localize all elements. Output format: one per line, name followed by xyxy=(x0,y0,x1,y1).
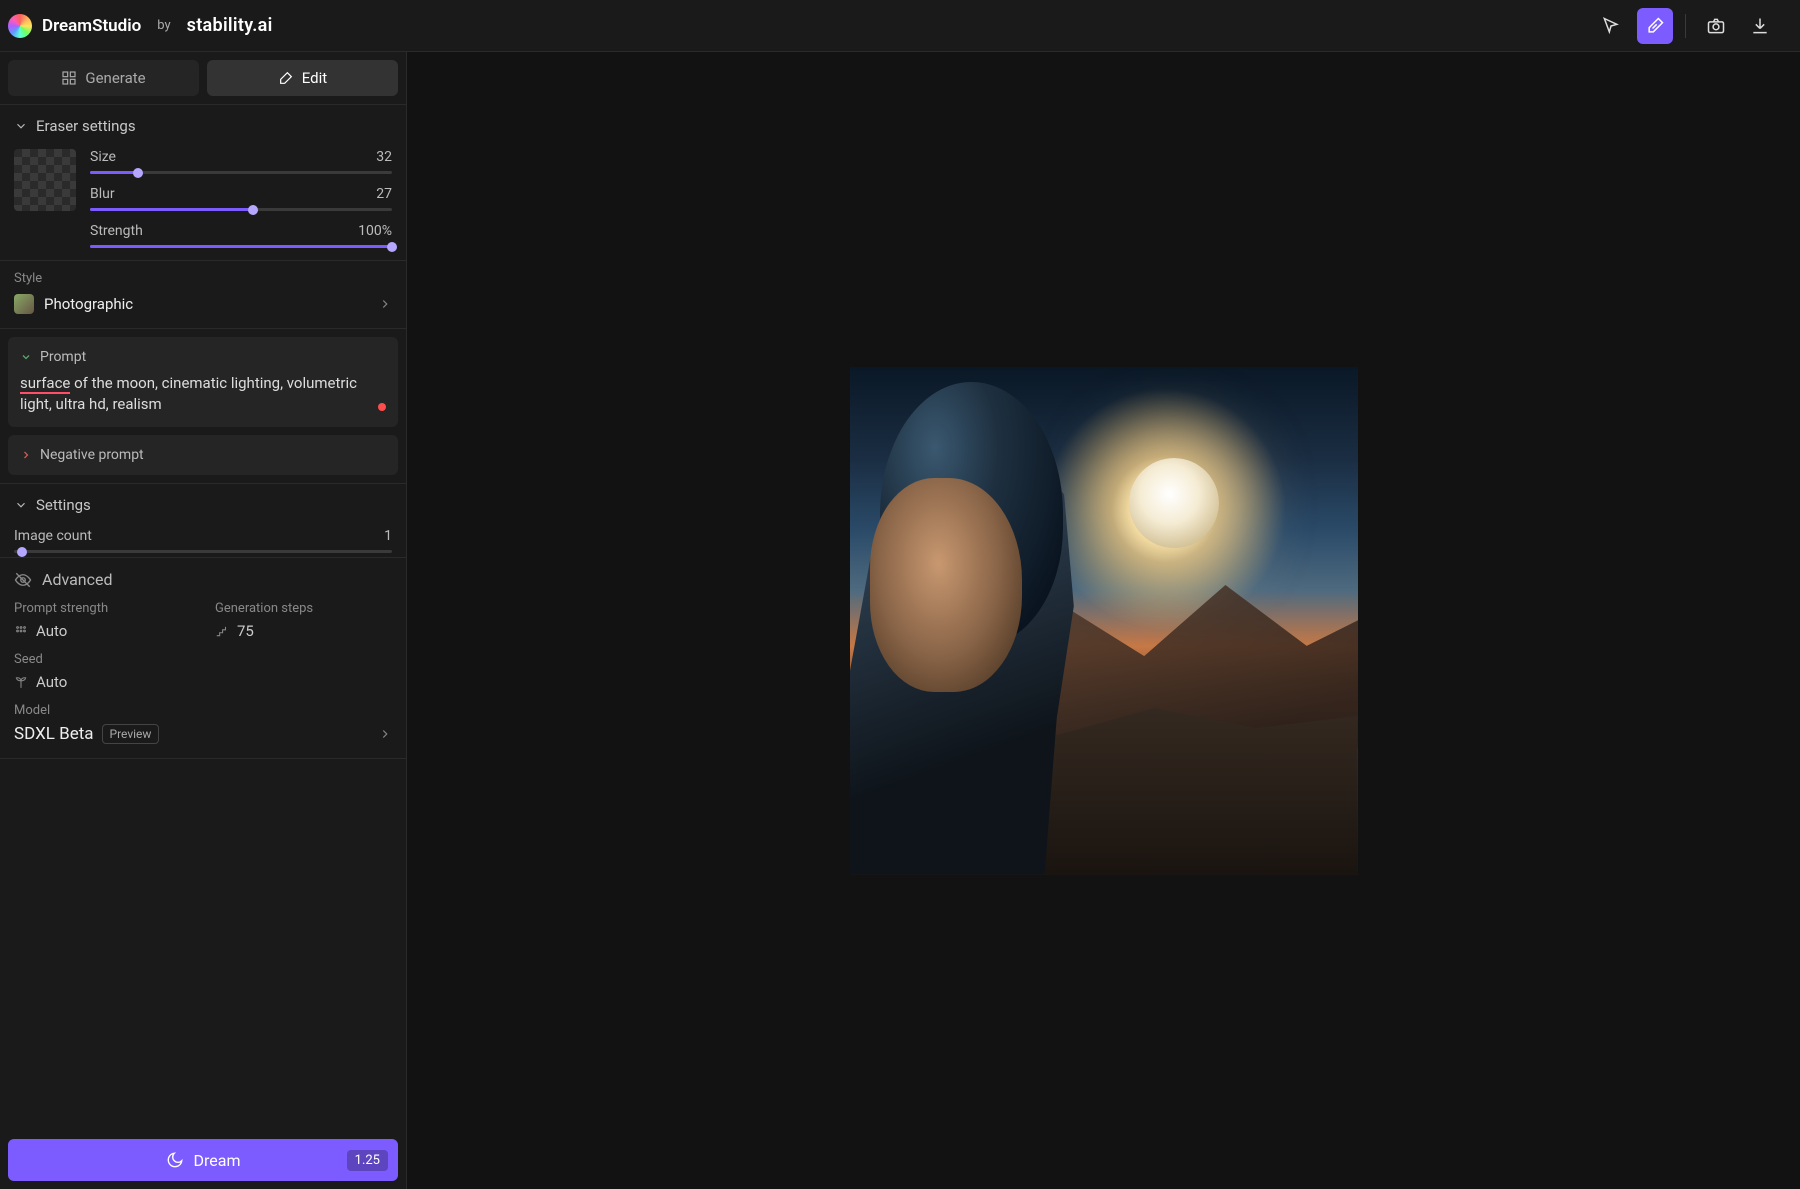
prompt-indicator-dot xyxy=(378,403,386,411)
brand-name: DreamStudio xyxy=(42,16,141,36)
tool-divider xyxy=(1685,14,1686,38)
style-name: Photographic xyxy=(44,295,368,313)
eye-off-icon xyxy=(14,571,32,589)
blur-slider[interactable] xyxy=(90,208,392,211)
blur-value: 27 xyxy=(376,186,392,202)
sprout-icon xyxy=(14,675,28,689)
gen-steps-label: Generation steps xyxy=(215,601,392,616)
strength-slider[interactable] xyxy=(90,245,392,248)
tab-edit[interactable]: Edit xyxy=(207,60,398,96)
tab-edit-label: Edit xyxy=(302,69,327,87)
dream-cost: 1.25 xyxy=(347,1150,388,1171)
model-section: Model SDXL Beta Preview xyxy=(0,703,406,759)
chevron-right-icon xyxy=(378,727,392,741)
blur-label: Blur xyxy=(90,186,115,202)
edit-icon xyxy=(278,70,294,86)
grid-icon xyxy=(61,70,77,86)
canvas-area[interactable] xyxy=(407,52,1800,1189)
chevron-right-icon xyxy=(378,297,392,311)
brush-preview xyxy=(14,149,76,211)
steps-icon xyxy=(215,624,229,638)
moon-icon xyxy=(166,1151,184,1169)
gen-steps-value: 75 xyxy=(237,622,254,640)
by-label: by xyxy=(157,18,170,33)
eraser-tool-button[interactable] xyxy=(1637,8,1673,44)
model-name: SDXL Beta xyxy=(14,724,94,744)
chevron-down-icon xyxy=(14,119,28,133)
style-thumbnail xyxy=(14,294,34,314)
advanced-label: Advanced xyxy=(42,570,113,589)
style-selector[interactable]: Photographic xyxy=(14,294,392,314)
eraser-settings-header[interactable]: Eraser settings xyxy=(14,117,392,135)
tab-generate-label: Generate xyxy=(85,69,145,87)
seed-value-row[interactable]: Auto xyxy=(14,673,392,691)
seed-value: Auto xyxy=(36,673,67,691)
size-slider[interactable] xyxy=(90,171,392,174)
model-label: Model xyxy=(14,703,392,718)
eraser-settings-section: Eraser settings Size 32 xyxy=(0,105,406,261)
sliders-icon xyxy=(14,624,28,638)
chevron-down-icon xyxy=(14,498,28,512)
eraser-settings-title: Eraser settings xyxy=(36,117,136,135)
strength-label: Strength xyxy=(90,223,143,239)
advanced-toggle[interactable]: Advanced xyxy=(0,558,406,601)
mode-tabs: Generate Edit xyxy=(0,52,406,105)
size-value: 32 xyxy=(376,149,392,165)
style-label: Style xyxy=(14,271,392,286)
negative-prompt-label: Negative prompt xyxy=(40,447,144,463)
image-count-value: 1 xyxy=(384,528,392,544)
sidebar: Generate Edit Eraser settings Size 32 xyxy=(0,52,407,1189)
brand-secondary: stability.ai xyxy=(187,15,273,36)
chevron-right-icon xyxy=(20,449,32,461)
settings-section: Settings Image count 1 xyxy=(0,484,406,558)
generated-image[interactable] xyxy=(850,367,1358,875)
model-badge: Preview xyxy=(102,724,160,744)
prompt-text[interactable]: surface of the moon, cinematic lighting,… xyxy=(20,373,386,415)
negative-prompt-panel[interactable]: Negative prompt xyxy=(8,435,398,475)
dream-label: Dream xyxy=(194,1151,241,1170)
prompt-label: Prompt xyxy=(40,349,86,365)
prompt-strength-value-row[interactable]: Auto xyxy=(14,622,191,640)
prompt-strength-label: Prompt strength xyxy=(14,601,191,616)
model-selector[interactable]: SDXL Beta Preview xyxy=(14,724,392,744)
prompt-spellcheck-word: surface xyxy=(20,374,70,394)
tab-generate[interactable]: Generate xyxy=(8,60,199,96)
camera-button[interactable] xyxy=(1698,8,1734,44)
image-count-label: Image count xyxy=(14,528,92,544)
prompt-panel[interactable]: Prompt surface of the moon, cinematic li… xyxy=(8,337,398,427)
image-count-slider[interactable] xyxy=(14,550,392,553)
prompt-text-rest: of the moon, cinematic lighting, volumet… xyxy=(20,374,357,413)
chevron-down-icon xyxy=(20,351,32,363)
settings-header[interactable]: Settings xyxy=(14,496,392,514)
logo-icon xyxy=(8,14,32,38)
prompt-strength-value: Auto xyxy=(36,622,67,640)
download-button[interactable] xyxy=(1742,8,1778,44)
size-label: Size xyxy=(90,149,116,165)
gen-steps-value-row[interactable]: 75 xyxy=(215,622,392,640)
top-bar: DreamStudio by stability.ai xyxy=(0,0,1800,52)
pointer-tool-button[interactable] xyxy=(1593,8,1629,44)
canvas-tools xyxy=(1593,8,1792,44)
brand-block: DreamStudio by stability.ai xyxy=(8,14,273,38)
seed-label: Seed xyxy=(14,652,392,667)
strength-value: 100% xyxy=(358,223,392,239)
settings-title: Settings xyxy=(36,496,91,514)
style-section: Style Photographic xyxy=(0,261,406,329)
dream-button[interactable]: Dream 1.25 xyxy=(8,1139,398,1181)
